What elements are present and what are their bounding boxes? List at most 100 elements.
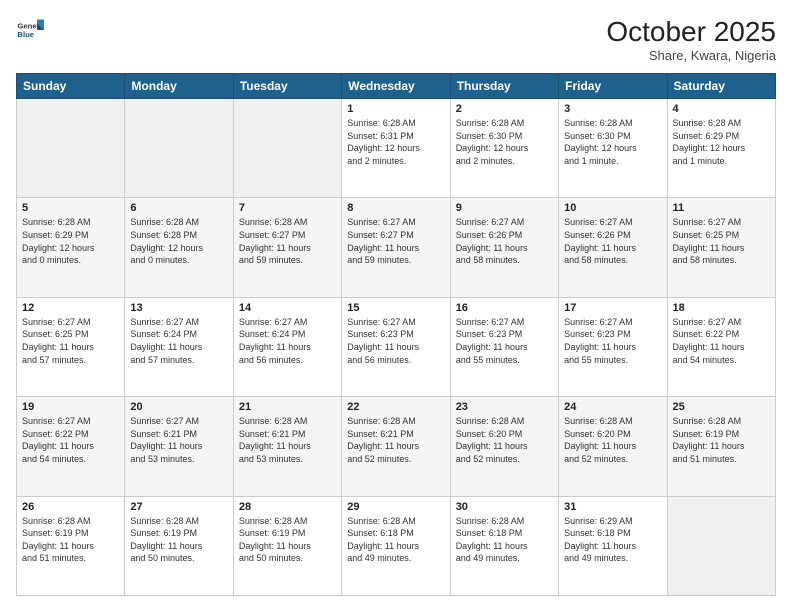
calendar-table: SundayMondayTuesdayWednesdayThursdayFrid… [16, 73, 776, 596]
day-number: 24 [564, 401, 661, 413]
month-title: October 2025 [606, 16, 776, 48]
day-info: Sunrise: 6:27 AM Sunset: 6:21 PM Dayligh… [130, 415, 227, 465]
logo: General Blue [16, 16, 44, 44]
calendar-cell: 31 Sunrise: 6:29 AM Sunset: 6:18 PM Dayli… [559, 496, 667, 595]
day-info: Sunrise: 6:28 AM Sunset: 6:30 PM Dayligh… [456, 117, 553, 167]
day-info: Sunrise: 6:28 AM Sunset: 6:19 PM Dayligh… [673, 415, 770, 465]
calendar-cell: 1 Sunrise: 6:28 AM Sunset: 6:31 PM Daylig… [342, 99, 450, 198]
day-number: 17 [564, 302, 661, 314]
calendar-cell: 19 Sunrise: 6:27 AM Sunset: 6:22 PM Dayli… [17, 397, 125, 496]
calendar-cell: 20Sunrise: 6:27 AM Sunset: 6:21 PM Dayli… [125, 397, 233, 496]
day-info: Sunrise: 6:28 AM Sunset: 6:21 PM Dayligh… [347, 415, 444, 465]
calendar-cell: 21 Sunrise: 6:28 AM Sunset: 6:21 PM Dayli… [233, 397, 341, 496]
calendar-cell: 18 Sunrise: 6:27 AM Sunset: 6:22 PM Dayli… [667, 297, 775, 396]
day-info: Sunrise: 6:27 AM Sunset: 6:26 PM Dayligh… [564, 216, 661, 266]
day-info: Sunrise: 6:28 AM Sunset: 6:28 PM Dayligh… [130, 216, 227, 266]
day-info: Sunrise: 6:28 AM Sunset: 6:18 PM Dayligh… [456, 515, 553, 565]
calendar-row-4: 26Sunrise: 6:28 AM Sunset: 6:19 PM Dayli… [17, 496, 776, 595]
calendar-cell [233, 99, 341, 198]
day-number: 22 [347, 401, 444, 413]
calendar-cell: 14 Sunrise: 6:27 AM Sunset: 6:24 PM Dayli… [233, 297, 341, 396]
day-number: 11 [673, 202, 770, 214]
day-info: Sunrise: 6:28 AM Sunset: 6:21 PM Dayligh… [239, 415, 336, 465]
day-number: 14 [239, 302, 336, 314]
day-info: Sunrise: 6:28 AM Sunset: 6:27 PM Dayligh… [239, 216, 336, 266]
weekday-header-tuesday: Tuesday [233, 74, 341, 99]
day-number: 2 [456, 103, 553, 115]
day-info: Sunrise: 6:27 AM Sunset: 6:24 PM Dayligh… [239, 316, 336, 366]
day-info: Sunrise: 6:27 AM Sunset: 6:24 PM Dayligh… [130, 316, 227, 366]
day-info: Sunrise: 6:27 AM Sunset: 6:26 PM Dayligh… [456, 216, 553, 266]
day-number: 18 [673, 302, 770, 314]
weekday-header-friday: Friday [559, 74, 667, 99]
calendar-cell: 28 Sunrise: 6:28 AM Sunset: 6:19 PM Dayli… [233, 496, 341, 595]
day-info: Sunrise: 6:28 AM Sunset: 6:31 PM Dayligh… [347, 117, 444, 167]
day-number: 21 [239, 401, 336, 413]
calendar-row-1: 5Sunrise: 6:28 AM Sunset: 6:29 PM Daylig… [17, 198, 776, 297]
weekday-header-sunday: Sunday [17, 74, 125, 99]
calendar-cell: 24 Sunrise: 6:28 AM Sunset: 6:20 PM Dayli… [559, 397, 667, 496]
page: General Blue October 2025 Share, Kwara, … [0, 0, 792, 612]
day-number: 12 [22, 302, 119, 314]
calendar-cell [125, 99, 233, 198]
calendar-cell: 2 Sunrise: 6:28 AM Sunset: 6:30 PM Daylig… [450, 99, 558, 198]
day-number: 29 [347, 501, 444, 513]
day-number: 10 [564, 202, 661, 214]
day-number: 23 [456, 401, 553, 413]
day-info: Sunrise: 6:27 AM Sunset: 6:27 PM Dayligh… [347, 216, 444, 266]
day-number: 8 [347, 202, 444, 214]
calendar-cell: 27 Sunrise: 6:28 AM Sunset: 6:19 PM Dayli… [125, 496, 233, 595]
calendar-row-2: 12 Sunrise: 6:27 AM Sunset: 6:25 PM Dayli… [17, 297, 776, 396]
day-number: 5 [22, 202, 119, 214]
calendar-cell: 10 Sunrise: 6:27 AM Sunset: 6:26 PM Dayli… [559, 198, 667, 297]
day-number: 19 [22, 401, 119, 413]
day-number: 28 [239, 501, 336, 513]
weekday-header-thursday: Thursday [450, 74, 558, 99]
calendar-cell: 15Sunrise: 6:27 AM Sunset: 6:23 PM Dayli… [342, 297, 450, 396]
day-number: 4 [673, 103, 770, 115]
day-info: Sunrise: 6:28 AM Sunset: 6:19 PM Dayligh… [239, 515, 336, 565]
day-info: Sunrise: 6:27 AM Sunset: 6:25 PM Dayligh… [22, 316, 119, 366]
day-info: Sunrise: 6:27 AM Sunset: 6:23 PM Dayligh… [564, 316, 661, 366]
day-info: Sunrise: 6:28 AM Sunset: 6:20 PM Dayligh… [564, 415, 661, 465]
day-info: Sunrise: 6:27 AM Sunset: 6:22 PM Dayligh… [673, 316, 770, 366]
day-number: 13 [130, 302, 227, 314]
day-info: Sunrise: 6:28 AM Sunset: 6:29 PM Dayligh… [673, 117, 770, 167]
calendar-cell: 22 Sunrise: 6:28 AM Sunset: 6:21 PM Dayli… [342, 397, 450, 496]
weekday-header-saturday: Saturday [667, 74, 775, 99]
calendar-cell: 23 Sunrise: 6:28 AM Sunset: 6:20 PM Dayli… [450, 397, 558, 496]
day-info: Sunrise: 6:27 AM Sunset: 6:22 PM Dayligh… [22, 415, 119, 465]
calendar-cell: 9 Sunrise: 6:27 AM Sunset: 6:26 PM Daylig… [450, 198, 558, 297]
calendar-cell: 8 Sunrise: 6:27 AM Sunset: 6:27 PM Daylig… [342, 198, 450, 297]
day-info: Sunrise: 6:28 AM Sunset: 6:19 PM Dayligh… [22, 515, 119, 565]
day-info: Sunrise: 6:27 AM Sunset: 6:23 PM Dayligh… [456, 316, 553, 366]
calendar-cell: 25 Sunrise: 6:28 AM Sunset: 6:19 PM Dayli… [667, 397, 775, 496]
title-block: October 2025 Share, Kwara, Nigeria [606, 16, 776, 63]
calendar-cell: 11 Sunrise: 6:27 AM Sunset: 6:25 PM Dayli… [667, 198, 775, 297]
calendar-cell: 29Sunrise: 6:28 AM Sunset: 6:18 PM Dayli… [342, 496, 450, 595]
day-info: Sunrise: 6:27 AM Sunset: 6:23 PM Dayligh… [347, 316, 444, 366]
day-info: Sunrise: 6:28 AM Sunset: 6:30 PM Dayligh… [564, 117, 661, 167]
day-number: 16 [456, 302, 553, 314]
calendar-row-0: 1 Sunrise: 6:28 AM Sunset: 6:31 PM Daylig… [17, 99, 776, 198]
day-info: Sunrise: 6:29 AM Sunset: 6:18 PM Dayligh… [564, 515, 661, 565]
day-number: 25 [673, 401, 770, 413]
day-info: Sunrise: 6:27 AM Sunset: 6:25 PM Dayligh… [673, 216, 770, 266]
calendar-cell: 30Sunrise: 6:28 AM Sunset: 6:18 PM Dayli… [450, 496, 558, 595]
calendar-cell: 16 Sunrise: 6:27 AM Sunset: 6:23 PM Dayli… [450, 297, 558, 396]
day-number: 1 [347, 103, 444, 115]
location-subtitle: Share, Kwara, Nigeria [606, 48, 776, 63]
day-info: Sunrise: 6:28 AM Sunset: 6:20 PM Dayligh… [456, 415, 553, 465]
header: General Blue October 2025 Share, Kwara, … [16, 16, 776, 63]
weekday-header-monday: Monday [125, 74, 233, 99]
day-number: 9 [456, 202, 553, 214]
day-number: 31 [564, 501, 661, 513]
calendar-cell: 3Sunrise: 6:28 AM Sunset: 6:30 PM Daylig… [559, 99, 667, 198]
calendar-cell: 6Sunrise: 6:28 AM Sunset: 6:28 PM Daylig… [125, 198, 233, 297]
day-number: 7 [239, 202, 336, 214]
calendar-cell: 7 Sunrise: 6:28 AM Sunset: 6:27 PM Daylig… [233, 198, 341, 297]
day-info: Sunrise: 6:28 AM Sunset: 6:19 PM Dayligh… [130, 515, 227, 565]
svg-text:Blue: Blue [17, 30, 34, 39]
day-number: 27 [130, 501, 227, 513]
calendar-cell: 26Sunrise: 6:28 AM Sunset: 6:19 PM Dayli… [17, 496, 125, 595]
